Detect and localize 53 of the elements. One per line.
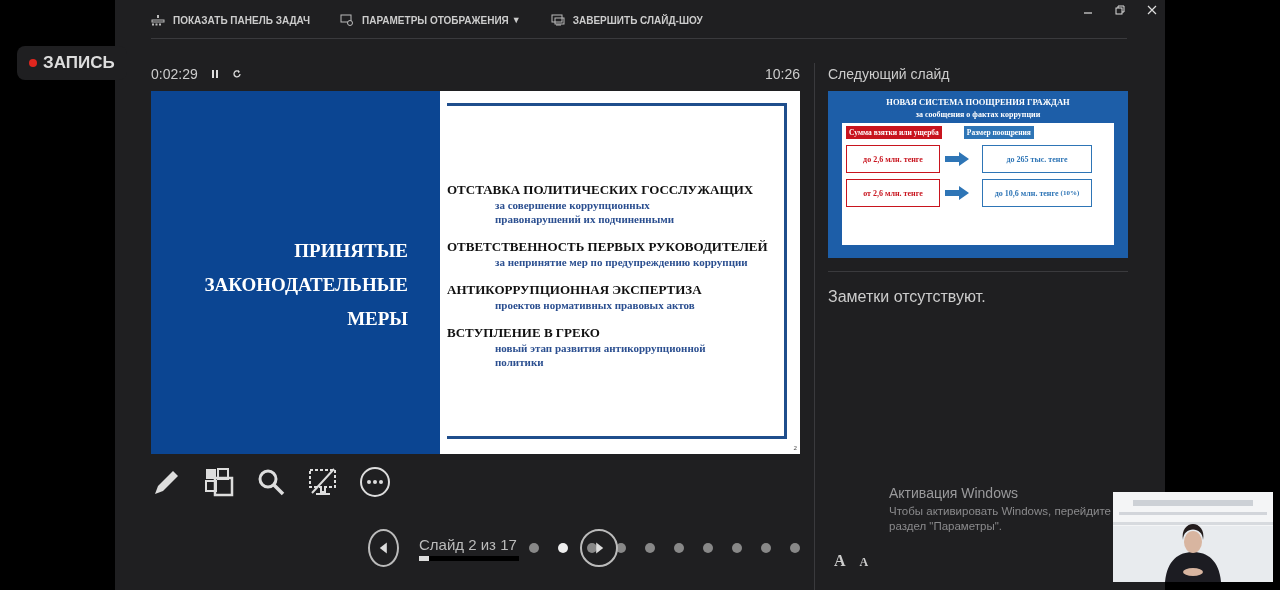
slide-text: за совершение коррупционных правонарушений их подчиненными <box>494 198 676 226</box>
slide-dot[interactable] <box>703 543 713 553</box>
slide-dot[interactable] <box>529 543 539 553</box>
taskbar-icon <box>151 14 165 26</box>
restore-icon[interactable] <box>1115 5 1125 15</box>
slide-dot[interactable] <box>674 543 684 553</box>
activation-title: Активация Windows <box>889 485 1020 501</box>
screen-off-icon[interactable] <box>307 466 339 498</box>
reset-icon[interactable] <box>231 69 242 79</box>
recording-label: ЗАПИСЬ <box>43 53 115 73</box>
toolbar-button[interactable]: ПОКАЗАТЬ ПАНЕЛЬ ЗАДАЧ <box>151 14 311 26</box>
arrow-icon <box>945 152 969 166</box>
slide-title: МЕРЫ <box>347 306 408 331</box>
slide-counter: Слайд 2 из 17 <box>419 535 518 553</box>
reward-box: до 265 тыс. тенге <box>982 145 1092 173</box>
font-size-button[interactable]: A <box>834 552 846 570</box>
slide-text: новый этап развития антикоррупционной политики <box>494 341 707 369</box>
slide-text: за непринятие мер по предупреждению коррупции <box>494 255 749 269</box>
slide-dot[interactable] <box>616 543 626 553</box>
slide-heading: ВСТУПЛЕНИЕ В ГРЕКО <box>447 325 601 341</box>
close-icon[interactable] <box>1147 5 1157 15</box>
monitor-gear-icon <box>340 14 355 26</box>
slide-dot[interactable] <box>790 543 800 553</box>
slide-dot[interactable] <box>645 543 655 553</box>
amount-box: до 2,6 млн. тенге <box>846 145 940 173</box>
toolbar-button[interactable]: ЗАВЕРШИТЬ СЛАЙД-ШОУ <box>550 14 703 26</box>
slides-grid-icon[interactable] <box>203 466 235 498</box>
amount-box: от 2,6 млн. тенге <box>846 179 940 207</box>
pause-icon[interactable] <box>209 69 220 79</box>
next-slide-heading: Следующий слайд <box>828 65 951 84</box>
toolbar-button[interactable]: ПАРАМЕТРЫ ОТОБРАЖЕНИЯ ▼ <box>340 14 521 26</box>
elapsed-time: 0:02:29 <box>151 66 198 82</box>
more-icon[interactable] <box>359 466 391 498</box>
slide-text: проектов нормативных правовых актов <box>494 298 696 312</box>
previous-slide-button[interactable] <box>368 529 399 567</box>
slide-dot[interactable] <box>558 543 568 553</box>
activation-text: Чтобы активировать Windows, перейдите раздел "Параметры". <box>889 504 1111 534</box>
arrow-icon <box>945 186 969 200</box>
slide-heading: ОТСТАВКА ПОЛИТИЧЕСКИХ ГОССЛУЖАЩИХ <box>447 182 755 198</box>
next-slide-button[interactable] <box>580 529 618 567</box>
slide-heading: ОТВЕТСТВЕННОСТЬ ПЕРВЫХ РУКОВОДИТЕЛЕЙ <box>447 239 769 255</box>
slide-dot[interactable] <box>761 543 771 553</box>
clock: 10:26 <box>764 66 800 82</box>
slide-title: ЗАКОНОДАТЕЛЬНЫЕ <box>204 272 408 297</box>
recording-dot-icon <box>29 59 37 67</box>
slide-heading: АНТИКОРРУПЦИОННАЯ ЭКСПЕРТИЗА <box>447 282 703 298</box>
slide-subtitle: за сообщения о фактах коррупции <box>915 110 1041 119</box>
monitor-icon <box>550 14 565 26</box>
slide-title: НОВАЯ СИСТЕМА ПООЩРЕНИЯ ГРАЖДАН <box>886 97 1070 107</box>
font-size-button[interactable]: A <box>859 555 869 570</box>
slide-title: ПРИНЯТЫЕ <box>294 238 408 263</box>
notes-text: Заметки отсутствуют. <box>828 288 987 306</box>
slide-dot[interactable] <box>732 543 742 553</box>
